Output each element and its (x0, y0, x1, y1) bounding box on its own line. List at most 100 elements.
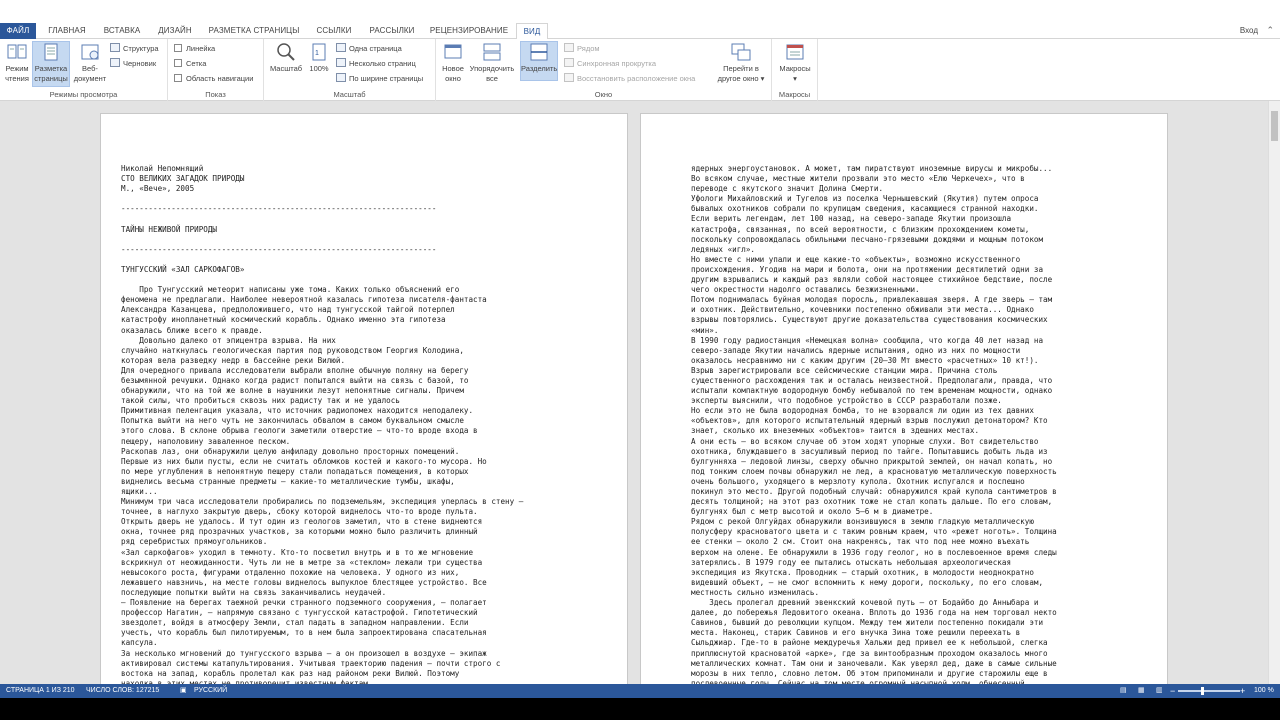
split-icon (528, 42, 550, 62)
status-word-count[interactable]: ЧИСЛО СЛОВ: 127215 (86, 684, 159, 698)
print-layout-button[interactable]: Разметка страницы (32, 41, 70, 87)
group-zoom-label: Масштаб (333, 90, 366, 99)
arrange-all-icon (481, 42, 503, 62)
multiple-pages-button[interactable]: Несколько страниц (336, 57, 416, 70)
reset-position-button[interactable]: Восстановить расположение окна (564, 72, 695, 85)
sync-scroll-button[interactable]: Синхронная прокрутка (564, 57, 656, 70)
sync-scroll-icon (564, 58, 574, 67)
macros-label: Макросы (779, 64, 811, 73)
outline-icon (110, 43, 120, 52)
gridlines-checkbox[interactable]: Сетка (174, 57, 206, 70)
group-window: Новое окно Упорядочить все Разделить Ряд… (436, 39, 772, 101)
print-layout-icon (40, 42, 62, 62)
page-width-icon (336, 73, 346, 82)
print-layout-label-1: Разметка (34, 64, 68, 73)
read-mode-icon (6, 42, 28, 62)
document-canvas[interactable]: Николай Непомнящий СТО ВЕЛИКИХ ЗАГАДОК П… (0, 101, 1280, 693)
ruler-label: Линейка (186, 44, 216, 53)
zoom-slider[interactable] (1178, 690, 1240, 692)
status-language[interactable]: РУССКИЙ (194, 684, 227, 698)
page-2[interactable]: ядерных энергоустановок. А может, там пи… (640, 113, 1168, 693)
tab-review[interactable]: РЕЦЕНЗИРОВАНИЕ (428, 23, 510, 39)
side-by-side-button[interactable]: Рядом (564, 42, 600, 55)
draft-button[interactable]: Черновик (110, 57, 156, 70)
ruler-checkbox-box (174, 44, 182, 52)
tab-file[interactable]: ФАЙЛ (0, 23, 36, 39)
one-page-icon (336, 43, 346, 52)
status-bar: СТРАНИЦА 1 ИЗ 210 ЧИСЛО СЛОВ: 127215 ▣ Р… (0, 684, 1280, 698)
tab-home[interactable]: ГЛАВНАЯ (44, 23, 90, 39)
arrange-all-button[interactable]: Упорядочить все (468, 42, 516, 88)
read-mode-label-1: Режим (5, 64, 29, 73)
side-by-side-icon (564, 43, 574, 52)
tab-view[interactable]: ВИД (516, 23, 548, 39)
arrange-all-label-2: все (486, 74, 498, 83)
one-page-button[interactable]: Одна страница (336, 42, 402, 55)
tab-mailings[interactable]: РАССЫЛКИ (364, 23, 420, 39)
zoom-slider-knob[interactable] (1201, 687, 1204, 695)
reset-position-label: Восстановить расположение окна (577, 74, 696, 83)
zoom-in-button[interactable]: + (1240, 684, 1245, 698)
new-window-label-2: окно (445, 74, 461, 83)
collapse-ribbon-icon[interactable]: ⌃ (1266, 25, 1274, 36)
split-button[interactable]: Разделить (520, 41, 558, 81)
outline-button[interactable]: Структура (110, 42, 159, 55)
sign-in-link[interactable]: Вход (1240, 26, 1258, 35)
group-show-label: Показ (205, 90, 226, 99)
zoom-100-button[interactable]: 1 100% (306, 42, 332, 88)
tab-design[interactable]: ДИЗАЙН (154, 23, 196, 39)
gridlines-checkbox-box (174, 59, 182, 67)
scrollbar-thumb[interactable] (1271, 111, 1278, 141)
macros-dropdown-arrow: ▾ (793, 74, 797, 83)
read-mode-button[interactable]: Режим чтения (2, 42, 32, 88)
one-page-label: Одна страница (349, 44, 402, 53)
arrange-all-label-1: Упорядочить (469, 64, 515, 73)
page-1[interactable]: Николай Непомнящий СТО ВЕЛИКИХ ЗАГАДОК П… (100, 113, 628, 693)
ruler-checkbox[interactable]: Линейка (174, 42, 215, 55)
ribbon: Режим чтения Разметка страницы Веб- доку… (0, 39, 1280, 101)
vertical-scrollbar[interactable] (1268, 101, 1280, 684)
split-label: Разделить (521, 64, 558, 73)
svg-text:1: 1 (315, 50, 319, 57)
tab-references[interactable]: ССЫЛКИ (312, 23, 356, 39)
status-page[interactable]: СТРАНИЦА 1 ИЗ 210 (6, 684, 75, 698)
web-layout-view-icon[interactable]: ▥ (1156, 684, 1163, 698)
proofing-icon[interactable]: ▣ (180, 684, 187, 698)
tab-layout[interactable]: РАЗМЕТКА СТРАНИЦЫ (204, 23, 304, 39)
read-mode-label-2: чтения (5, 74, 29, 83)
switch-windows-label-1: Перейти в (723, 64, 759, 73)
group-views: Режим чтения Разметка страницы Веб- доку… (0, 39, 168, 101)
draft-label: Черновик (123, 59, 157, 68)
taskbar (0, 698, 1280, 720)
macros-icon (784, 42, 806, 62)
multiple-pages-icon (336, 58, 346, 67)
zoom-100-label: 100% (309, 64, 329, 73)
web-layout-button[interactable]: Веб- документ (72, 42, 108, 88)
zoom-label: Масштаб (269, 64, 303, 73)
page-width-button[interactable]: По ширине страницы (336, 72, 423, 85)
tab-insert[interactable]: ВСТАВКА (98, 23, 146, 39)
new-window-label-1: Новое (442, 64, 464, 73)
status-zoom-level[interactable]: 100 % (1254, 684, 1274, 698)
nav-pane-label: Область навигации (186, 74, 254, 83)
zoom-out-button[interactable]: − (1170, 684, 1175, 698)
group-show: Линейка Сетка Область навигации Показ (168, 39, 264, 101)
print-layout-label-2: страницы (34, 74, 68, 83)
new-window-button[interactable]: Новое окно (438, 42, 468, 88)
switch-windows-label-2: другое окно ▾ (717, 74, 765, 83)
zoom-button[interactable]: Масштаб (268, 42, 304, 88)
new-window-icon (442, 42, 464, 62)
group-zoom: Масштаб 1 100% Одна страница Несколько с… (264, 39, 436, 101)
read-mode-view-icon[interactable]: ▤ (1120, 684, 1127, 698)
ribbon-tab-bar: ФАЙЛ ГЛАВНАЯ ВСТАВКА ДИЗАЙН РАЗМЕТКА СТР… (0, 0, 1280, 39)
page-1-text: Николай Непомнящий СТО ВЕЛИКИХ ЗАГАДОК П… (121, 164, 524, 688)
outline-label: Структура (123, 44, 159, 53)
group-macros-label: Макросы (778, 90, 811, 99)
reset-position-icon (564, 73, 574, 82)
multiple-pages-label: Несколько страниц (349, 59, 416, 68)
switch-windows-button[interactable]: Перейти в другое окно ▾ (714, 42, 768, 88)
gridlines-label: Сетка (186, 59, 207, 68)
nav-pane-checkbox[interactable]: Область навигации (174, 72, 253, 85)
macros-button[interactable]: Макросы ▾ (776, 42, 814, 88)
print-layout-view-icon[interactable]: ▦ (1138, 684, 1145, 698)
